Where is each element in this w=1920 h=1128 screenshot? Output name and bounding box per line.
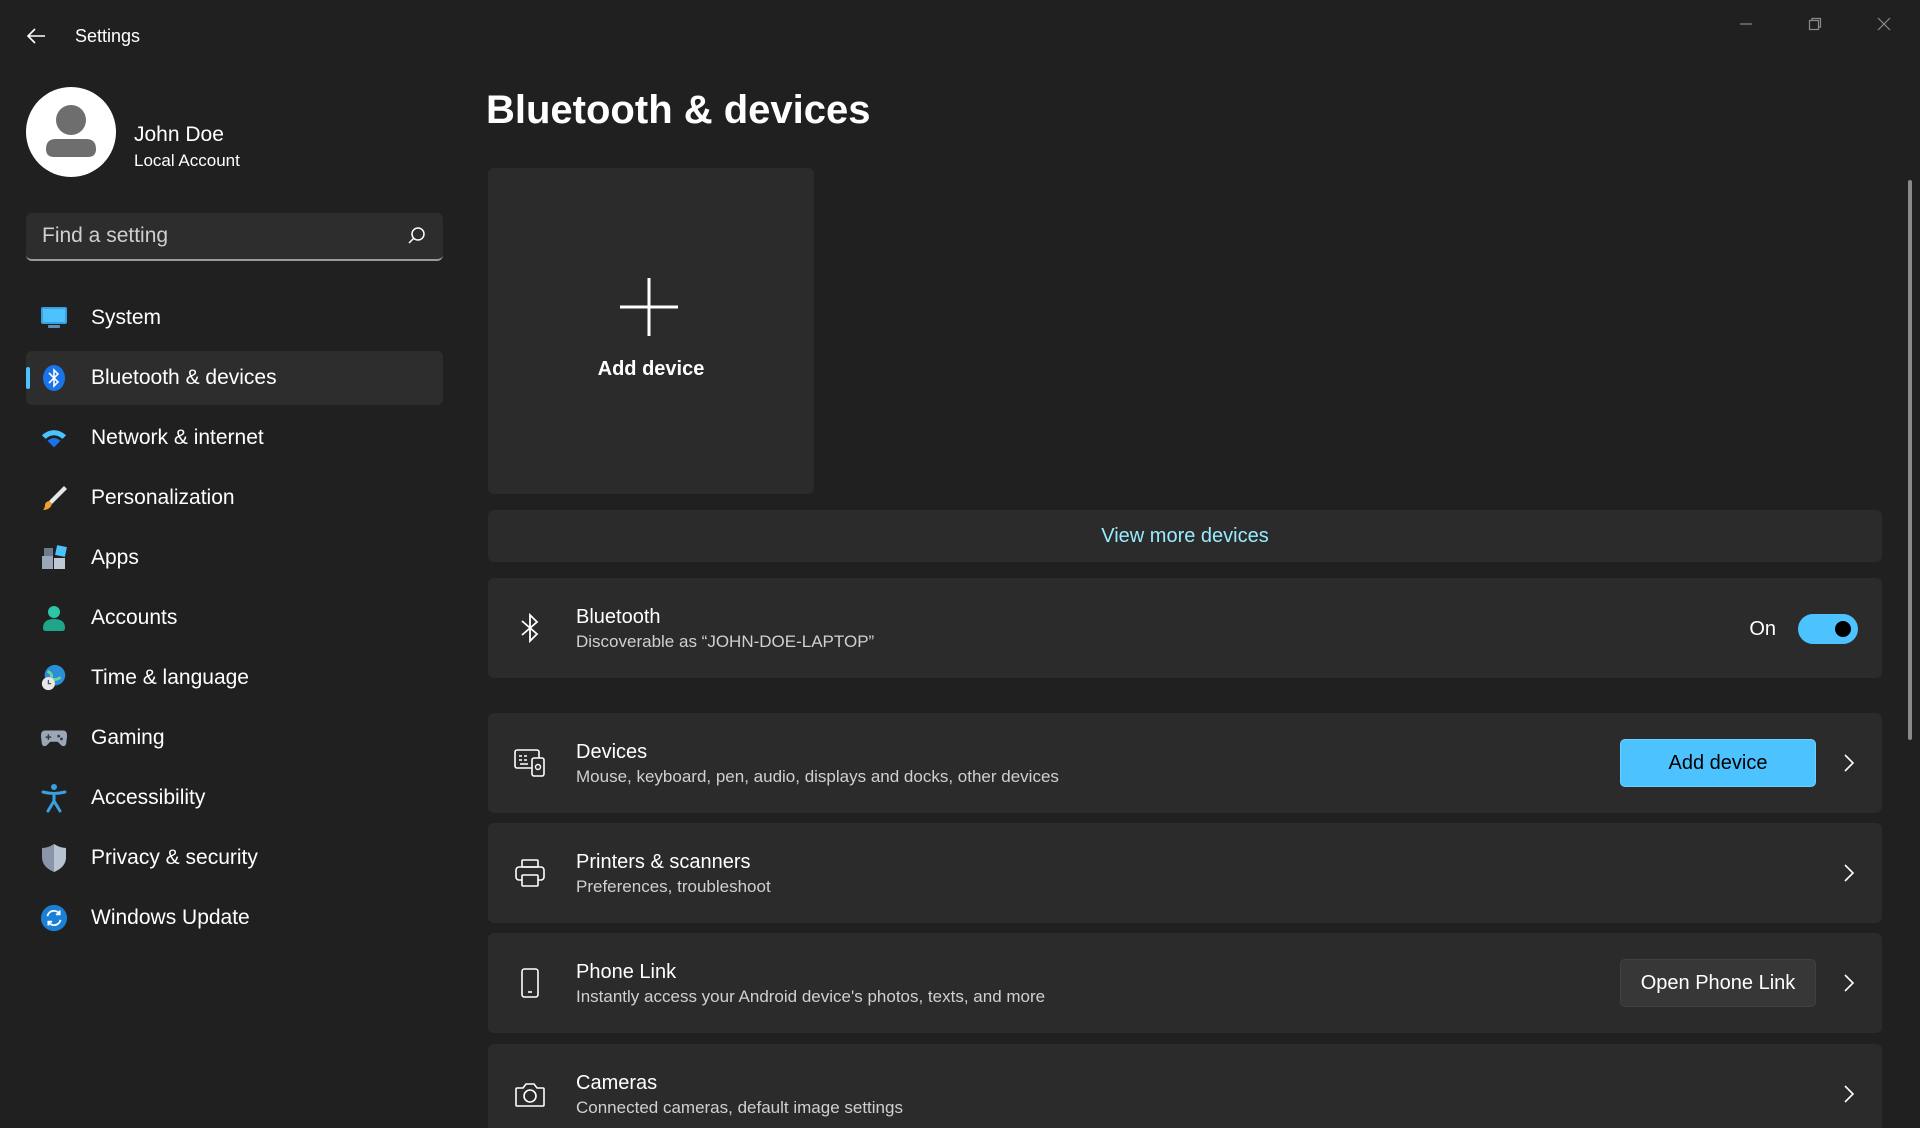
sidebar-item-label: Time & language — [91, 666, 249, 689]
cameras-subtitle: Connected cameras, default image setting… — [576, 1098, 903, 1117]
back-button[interactable] — [22, 20, 50, 52]
bluetooth-icon — [40, 364, 68, 392]
sidebar-item-privacy[interactable]: Privacy & security — [26, 831, 443, 885]
phone-link-subtitle: Instantly access your Android device's p… — [576, 987, 1046, 1006]
search-box[interactable] — [26, 213, 443, 261]
title-bar: Settings — [0, 0, 1920, 72]
sidebar-item-label: Gaming — [91, 726, 165, 749]
main-content: Bluetooth & devices Add device View more… — [486, 72, 1886, 1128]
wifi-icon — [40, 424, 68, 452]
sidebar-item-accounts[interactable]: Accounts — [26, 591, 443, 645]
plus-icon — [620, 278, 678, 336]
minimize-button[interactable] — [1718, 8, 1774, 40]
sidebar-item-label: Privacy & security — [91, 846, 258, 869]
printers-subtitle: Preferences, troubleshoot — [576, 877, 771, 896]
printers-title: Printers & scanners — [576, 851, 751, 873]
sidebar-item-label: Apps — [91, 546, 139, 569]
devices-card[interactable]: Devices Mouse, keyboard, pen, audio, dis… — [488, 713, 1882, 813]
add-device-tile-label: Add device — [597, 358, 705, 380]
apps-icon — [40, 544, 68, 572]
user-profile[interactable]: John Doe Local Account — [26, 87, 446, 177]
sidebar-nav: System Bluetooth & devices Network & int… — [26, 291, 443, 951]
sidebar-item-label: Bluetooth & devices — [91, 366, 277, 389]
bluetooth-icon — [514, 612, 546, 644]
update-icon — [40, 904, 68, 932]
sidebar: John Doe Local Account System Bluetooth … — [0, 72, 465, 1128]
printers-card[interactable]: Printers & scanners Preferences, trouble… — [488, 823, 1882, 923]
profile-account-type: Local Account — [134, 151, 240, 170]
profile-name: John Doe — [134, 123, 224, 146]
close-button[interactable] — [1856, 8, 1912, 40]
restore-icon — [1808, 17, 1822, 31]
cameras-card[interactable]: Cameras Connected cameras, default image… — [488, 1044, 1882, 1128]
sidebar-item-label: Windows Update — [91, 906, 250, 929]
devices-subtitle: Mouse, keyboard, pen, audio, displays an… — [576, 767, 1059, 786]
sidebar-item-apps[interactable]: Apps — [26, 531, 443, 585]
printer-icon — [514, 857, 546, 889]
system-icon — [40, 304, 68, 332]
globe-clock-icon — [40, 664, 68, 692]
search-input[interactable] — [42, 213, 402, 259]
bluetooth-card: Bluetooth Discoverable as “JOHN-DOE-LAPT… — [488, 578, 1882, 678]
page-title: Bluetooth & devices — [486, 88, 871, 132]
sidebar-item-windows-update[interactable]: Windows Update — [26, 891, 443, 945]
sidebar-item-system[interactable]: System — [26, 291, 443, 345]
sidebar-item-gaming[interactable]: Gaming — [26, 711, 443, 765]
minimize-icon — [1740, 23, 1752, 25]
sidebar-item-label: Accounts — [91, 606, 178, 629]
toggle-knob — [1835, 621, 1851, 637]
bluetooth-title: Bluetooth — [576, 606, 661, 628]
gamepad-icon — [40, 724, 68, 752]
back-arrow-icon — [26, 28, 45, 44]
bluetooth-subtitle: Discoverable as “JOHN-DOE-LAPTOP” — [576, 632, 875, 651]
close-icon — [1877, 17, 1891, 31]
sidebar-item-time-language[interactable]: Time & language — [26, 651, 443, 705]
view-more-devices-label: View more devices — [1101, 524, 1269, 547]
sidebar-item-accessibility[interactable]: Accessibility — [26, 771, 443, 825]
accessibility-icon — [40, 784, 68, 813]
devices-icon — [514, 747, 546, 779]
sidebar-item-label: Personalization — [91, 486, 235, 509]
sidebar-item-network[interactable]: Network & internet — [26, 411, 443, 465]
person-icon — [46, 105, 96, 157]
chevron-right-icon[interactable] — [1838, 971, 1860, 995]
chevron-right-icon[interactable] — [1838, 1082, 1860, 1106]
cameras-title: Cameras — [576, 1072, 658, 1094]
phone-link-card[interactable]: Phone Link Instantly access your Android… — [488, 933, 1882, 1033]
add-device-tile[interactable]: Add device — [488, 168, 814, 494]
brush-icon — [40, 484, 68, 512]
accounts-icon — [40, 604, 68, 632]
sidebar-item-bluetooth[interactable]: Bluetooth & devices — [26, 351, 443, 405]
sidebar-item-label: Network & internet — [91, 426, 264, 449]
phone-link-title: Phone Link — [576, 961, 677, 983]
camera-icon — [514, 1078, 546, 1110]
vertical-scrollbar[interactable] — [1908, 180, 1912, 740]
app-title: Settings — [75, 26, 141, 46]
chevron-right-icon[interactable] — [1838, 861, 1860, 885]
phone-icon — [514, 967, 546, 999]
devices-title: Devices — [576, 741, 648, 763]
sidebar-item-personalization[interactable]: Personalization — [26, 471, 443, 525]
shield-icon — [40, 844, 68, 872]
restore-button[interactable] — [1787, 8, 1843, 40]
open-phone-link-button[interactable]: Open Phone Link — [1620, 959, 1816, 1007]
search-icon[interactable] — [407, 226, 427, 246]
add-device-button[interactable]: Add device — [1620, 739, 1816, 787]
view-more-devices-link[interactable]: View more devices — [488, 510, 1882, 562]
bluetooth-state-label: On — [1749, 618, 1776, 640]
sidebar-item-label: System — [91, 306, 162, 329]
avatar — [26, 87, 116, 177]
sidebar-item-label: Accessibility — [91, 786, 206, 809]
bluetooth-toggle[interactable] — [1798, 614, 1858, 644]
chevron-right-icon[interactable] — [1838, 751, 1860, 775]
